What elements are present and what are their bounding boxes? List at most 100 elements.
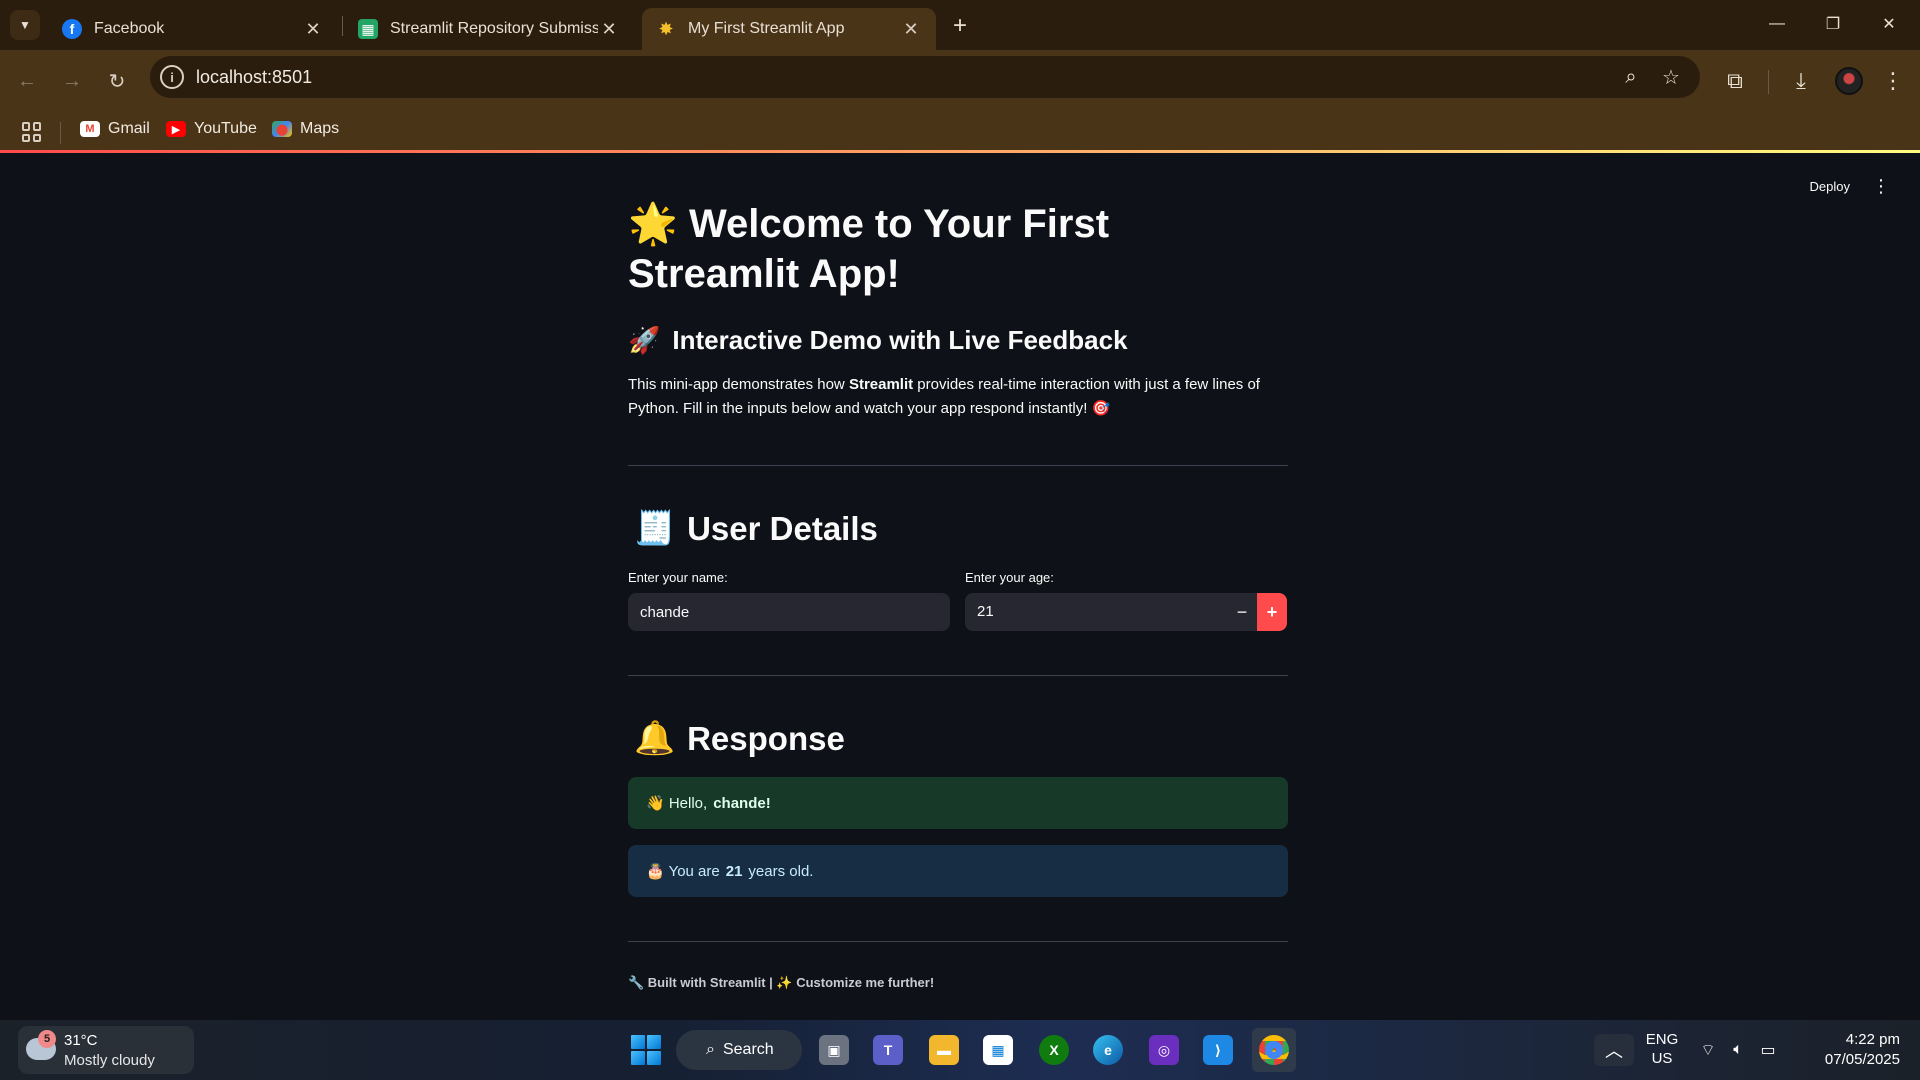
intro-bold: Streamlit (848, 376, 914, 393)
page-title-text: Welcome to Your First Streamlit App! (628, 202, 1110, 296)
file-explorer-button[interactable]: ▬ (922, 1028, 966, 1072)
name-input[interactable]: chande (628, 593, 950, 631)
apps-grid-icon[interactable] (22, 122, 42, 142)
extensions-icon[interactable]: ⧉ (1718, 64, 1752, 98)
edge-button[interactable]: e (1086, 1028, 1130, 1072)
restore-button[interactable]: ❐ (1810, 8, 1856, 40)
bookmark-label: Maps (300, 120, 340, 137)
response-heading-text: Response (687, 719, 845, 757)
app-button[interactable]: ◎ (1142, 1028, 1186, 1072)
info-alert: 🎂 You are 21 years old. (628, 845, 1288, 897)
age-label: Enter your age: (965, 570, 1054, 585)
task-view-icon: ▣ (819, 1035, 849, 1065)
increment-button[interactable]: + (1257, 593, 1287, 631)
vscode-button[interactable]: ⟩ (1196, 1028, 1240, 1072)
weather-widget[interactable]: 5 31°C Mostly cloudy (18, 1026, 194, 1074)
age-suffix: years old. (748, 862, 814, 880)
arrow-right-icon: → (62, 69, 82, 92)
forward-button[interactable]: → (55, 64, 89, 98)
profile-avatar[interactable] (1835, 67, 1863, 95)
weather-condition: Mostly cloudy (64, 1052, 155, 1069)
bookmark-youtube[interactable]: ▶ YouTube (166, 120, 257, 138)
language-indicator[interactable]: ENG US (1642, 1030, 1682, 1068)
bookmark-label: Gmail (108, 120, 150, 137)
divider (628, 941, 1288, 942)
hello-name: chande! (713, 794, 771, 812)
response-heading: 🔔 Response (634, 719, 845, 758)
tab-my-first-streamlit-app[interactable]: ✸ My First Streamlit App ✕ (642, 8, 936, 50)
volume-icon[interactable]: 🔈︎ (1726, 1038, 1750, 1062)
toolbar-separator (1768, 70, 1769, 94)
name-label: Enter your name: (628, 570, 728, 585)
battery-icon[interactable]: ▭ (1756, 1038, 1780, 1062)
hello-prefix: 👋 Hello, (646, 795, 708, 812)
star-emoji-icon: 🌟 (628, 202, 678, 246)
user-details-heading: 🧾 User Details (634, 509, 878, 548)
site-info-icon[interactable]: i (160, 65, 184, 89)
chrome-button[interactable] (1252, 1028, 1296, 1072)
app-icon: ◎ (1149, 1035, 1179, 1065)
store-button[interactable]: ▦ (976, 1028, 1020, 1072)
rocket-emoji-icon: 🚀 (628, 325, 661, 355)
clock-time: 4:22 pm (1845, 1031, 1900, 1048)
youtube-icon: ▶ (166, 121, 186, 137)
age-number-input[interactable]: 21 − + (965, 593, 1287, 631)
subtitle: 🚀 Interactive Demo with Live Feedback (628, 325, 1128, 356)
chrome-icon (1259, 1035, 1289, 1065)
region-code: US (1651, 1050, 1673, 1067)
divider (628, 675, 1288, 676)
bookmark-gmail[interactable]: M Gmail (80, 120, 150, 138)
system-clock[interactable]: 4:22 pm 07/05/2025 (1790, 1030, 1900, 1070)
zoom-icon[interactable]: ⌕ (1618, 64, 1644, 90)
chevron-up-icon: ︿ (1605, 1041, 1623, 1061)
tab-search-button[interactable]: ▼ (10, 10, 40, 40)
close-icon[interactable]: ✕ (302, 18, 324, 40)
subtitle-text: Interactive Demo with Live Feedback (672, 325, 1128, 355)
teams-button[interactable]: T (866, 1028, 910, 1072)
decrement-button[interactable]: − (1227, 593, 1257, 631)
age-input-value[interactable]: 21 (977, 603, 994, 620)
browser-menu-icon[interactable]: ⋮ (1876, 64, 1910, 98)
tab-streamlit-repository[interactable]: ▦ Streamlit Repository Submission ✕ (344, 8, 634, 50)
intro-paragraph: This mini-app demonstrates how Streamlit… (628, 373, 1288, 421)
show-hidden-icons-button[interactable]: ︿ (1594, 1034, 1634, 1066)
footer-note: 🔧 Built with Streamlit | ✨ Customize me … (628, 975, 934, 991)
receipt-emoji-icon: 🧾 (634, 509, 676, 546)
bookmark-star-icon[interactable]: ☆ (1658, 64, 1684, 90)
start-button[interactable] (624, 1028, 668, 1072)
wifi-icon[interactable]: ⌔ (1696, 1038, 1720, 1062)
footer-text: 🔧 Built with Streamlit | ✨ Customize me … (628, 975, 935, 990)
gmail-icon: M (80, 121, 100, 137)
vscode-icon: ⟩ (1203, 1035, 1233, 1065)
bookmark-maps[interactable]: ⬤ Maps (272, 120, 339, 138)
tab-facebook[interactable]: f Facebook ✕ (48, 8, 338, 50)
bell-emoji-icon: 🔔 (634, 719, 676, 756)
back-button[interactable]: ← (10, 64, 44, 98)
address-bar[interactable]: i localhost:8501 ⌕ ☆ (150, 56, 1700, 98)
app-header-actions: Deploy ⋮ (1810, 177, 1890, 195)
user-details-heading-text: User Details (687, 509, 878, 547)
url-text[interactable]: localhost:8501 (196, 67, 312, 88)
reload-button[interactable]: ↻ (100, 64, 134, 98)
search-icon: ⌕ (706, 1041, 715, 1058)
main-menu-icon[interactable]: ⋮ (1872, 177, 1890, 195)
close-window-button[interactable]: ✕ (1866, 8, 1912, 40)
deploy-button[interactable]: Deploy (1810, 179, 1850, 194)
folder-icon: ▬ (929, 1035, 959, 1065)
name-input-value[interactable]: chande (640, 604, 689, 621)
minimize-button[interactable]: — (1754, 8, 1800, 40)
close-icon[interactable]: ✕ (900, 18, 922, 40)
star-icon: ✸ (658, 18, 674, 39)
close-icon[interactable]: ✕ (598, 18, 620, 40)
facebook-icon: f (62, 19, 82, 39)
tab-title: My First Streamlit App (688, 20, 845, 37)
windows-logo-icon (631, 1035, 661, 1065)
download-icon[interactable]: ⤓ (1784, 64, 1818, 98)
reload-icon: ↻ (108, 70, 126, 93)
search-label: Search (722, 1041, 774, 1058)
task-view-button[interactable]: ▣ (812, 1028, 856, 1072)
new-tab-button[interactable]: + (946, 12, 974, 40)
taskbar-search[interactable]: ⌕ Search (676, 1030, 802, 1070)
xbox-button[interactable]: X (1032, 1028, 1076, 1072)
success-alert: 👋 Hello, chande! (628, 777, 1288, 829)
